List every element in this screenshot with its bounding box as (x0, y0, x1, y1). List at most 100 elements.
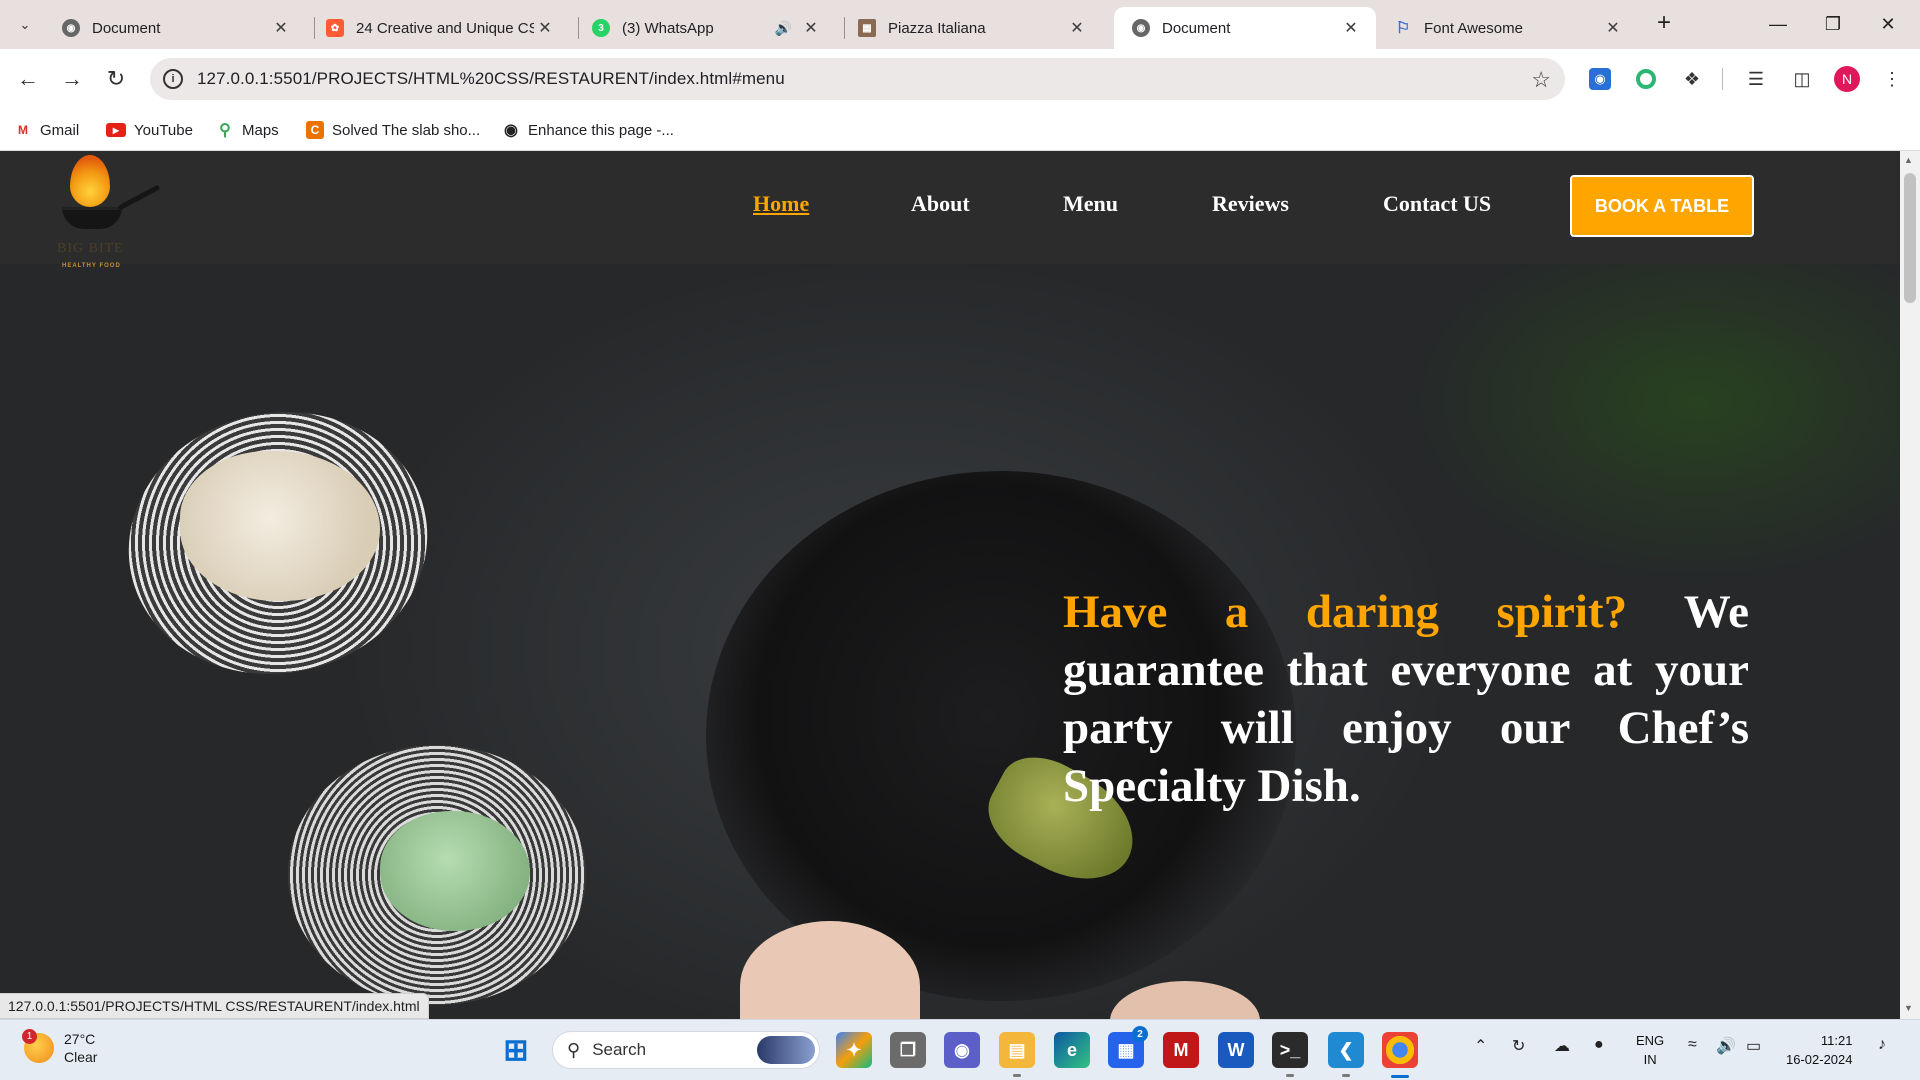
bookmark-star-icon[interactable]: ☆ (1531, 67, 1551, 93)
bookmark-label: Solved The slab sho... (332, 121, 481, 139)
tab-document-active[interactable]: ◉ Document ✕ (1114, 7, 1376, 49)
vscode-icon[interactable]: ❮ (1328, 1032, 1364, 1068)
arrow-left-icon: ← (17, 66, 39, 91)
minimize-button[interactable]: — (1758, 9, 1798, 39)
search-icon: ⚲ (567, 1039, 581, 1060)
tab-search-button[interactable]: ⌄ (10, 10, 40, 40)
file-explorer-icon[interactable]: ▤ (999, 1032, 1035, 1068)
tab-whatsapp[interactable]: 3 (3) WhatsApp 🔊 ✕ (574, 7, 836, 49)
nav-link-about[interactable]: About (911, 191, 970, 217)
bookmark-maps[interactable]: ⚲ Maps (216, 118, 279, 142)
task-view-icon[interactable]: ❐ (890, 1032, 926, 1068)
site-logo[interactable]: BIG BITE HEALTHY FOOD (52, 155, 172, 269)
tab-title: 24 Creative and Unique CS (356, 19, 534, 37)
edge-icon[interactable]: e (1054, 1032, 1090, 1068)
close-icon[interactable]: ✕ (1340, 18, 1362, 38)
notification-bell-icon[interactable]: ♪ (1878, 1036, 1886, 1054)
tab-title: (3) WhatsApp (622, 19, 714, 37)
plus-icon: + (1656, 9, 1671, 36)
close-icon[interactable]: ✕ (534, 18, 556, 38)
address-bar[interactable]: i 127.0.0.1:5501/PROJECTS/HTML%20CSS/RES… (150, 58, 1565, 100)
weather-widget[interactable]: 1 27°C Clear (22, 1029, 98, 1066)
book-table-button[interactable]: BOOK A TABLE (1570, 175, 1754, 237)
close-icon[interactable]: ✕ (1066, 18, 1088, 38)
clock-time: 11:21 (1820, 1033, 1853, 1048)
copilot-icon[interactable]: ✦ (836, 1032, 872, 1068)
weather-condition: Clear (64, 1049, 98, 1065)
tab-piazza-italiana[interactable]: ▦ Piazza Italiana ✕ (840, 7, 1102, 49)
bookmark-youtube[interactable]: ▶ YouTube (106, 118, 193, 142)
reload-icon: ↻ (106, 66, 126, 91)
running-indicator (1013, 1074, 1021, 1077)
chegg-icon: C (306, 121, 324, 139)
hero-section: Have a daring spirit? We guarantee that … (0, 151, 1900, 1019)
wifi-icon[interactable]: ≈ (1688, 1036, 1697, 1054)
toolbar-separator (1722, 68, 1723, 90)
clock[interactable]: 11:21 16-02-2024 (1786, 1031, 1853, 1069)
mcafee-icon[interactable]: M (1163, 1032, 1199, 1068)
weather-temp: 27°C (64, 1031, 96, 1047)
tab-title: Document (92, 19, 161, 37)
nav-link-home[interactable]: Home (753, 191, 809, 217)
speaker-icon[interactable]: 🔊 (775, 20, 792, 37)
bookmark-label: Gmail (40, 121, 80, 139)
close-window-button[interactable]: ✕ (1868, 9, 1908, 39)
extension-icon-2[interactable] (1632, 65, 1660, 93)
teams-chat-icon[interactable]: ◉ (944, 1032, 980, 1068)
store-icon[interactable]: ▦ 2 (1108, 1026, 1148, 1068)
extension-icon-1[interactable]: ◉ (1586, 65, 1614, 93)
scroll-up-icon[interactable]: ▲ (1904, 155, 1913, 165)
nav-link-reviews[interactable]: Reviews (1212, 191, 1289, 217)
tab-document-1[interactable]: ◉ Document ✕ (44, 7, 306, 49)
more-menu-icon[interactable]: ⋮ (1878, 65, 1906, 93)
chrome-icon[interactable] (1382, 1032, 1418, 1068)
bookmark-chegg[interactable]: C Solved The slab sho... (306, 118, 480, 142)
notification-badge: 1 (22, 1029, 37, 1044)
start-windows-icon[interactable]: ⊞ (498, 1032, 534, 1068)
close-icon[interactable]: ✕ (1602, 18, 1624, 38)
url-text[interactable]: 127.0.0.1:5501/PROJECTS/HTML%20CSS/RESTA… (197, 69, 785, 89)
scrollbar-thumb[interactable] (1904, 173, 1916, 303)
wok-icon (62, 207, 122, 229)
profile-avatar[interactable]: N (1834, 66, 1860, 92)
clock-date: 16-02-2024 (1786, 1052, 1853, 1067)
close-icon[interactable]: ✕ (270, 18, 292, 38)
side-panel-icon[interactable]: ◫ (1788, 65, 1816, 93)
language-code: ENG (1636, 1033, 1665, 1048)
chevron-down-icon: ⌄ (19, 17, 31, 32)
nav-link-menu[interactable]: Menu (1063, 191, 1118, 217)
language-indicator[interactable]: ENG IN (1636, 1031, 1664, 1069)
taskbar-search[interactable]: ⚲ Search (552, 1031, 820, 1069)
globe-icon: ◉ (62, 19, 80, 37)
site-info-icon[interactable]: i (163, 69, 183, 89)
onedrive-icon[interactable]: ☁ (1554, 1036, 1570, 1056)
tab-title: Piazza Italiana (888, 19, 986, 37)
extensions-puzzle-icon[interactable]: ❖ (1678, 65, 1706, 93)
media-controls-icon[interactable]: ☰ (1742, 65, 1770, 93)
building-icon: ▦ (858, 19, 876, 37)
new-tab-button[interactable]: + (1650, 9, 1678, 37)
bookmark-enhance[interactable]: ◉ Enhance this page -... (502, 118, 674, 142)
reload-button[interactable]: ↻ (100, 63, 132, 95)
maps-pin-icon: ⚲ (219, 122, 231, 139)
site-navbar: BIG BITE HEALTHY FOOD Home About Menu Re… (0, 151, 1900, 269)
tab-css-article[interactable]: ✿ 24 Creative and Unique CS ✕ (308, 7, 570, 49)
forward-button[interactable]: → (56, 63, 88, 95)
terminal-icon[interactable]: >_ (1272, 1032, 1308, 1068)
sync-icon[interactable]: ↻ (1512, 1036, 1525, 1056)
bookmark-gmail[interactable]: M Gmail (14, 118, 79, 142)
page-scrollbar[interactable]: ▲ ▼ (1900, 151, 1920, 1019)
battery-icon[interactable]: ▭ (1746, 1036, 1761, 1056)
restore-button[interactable]: ❐ (1813, 9, 1853, 39)
tab-font-awesome[interactable]: ⚐ Font Awesome ✕ (1376, 7, 1638, 49)
nav-link-contact[interactable]: Contact US (1383, 191, 1491, 217)
chevron-up-icon[interactable]: ⌃ (1474, 1036, 1487, 1056)
scroll-down-icon[interactable]: ▼ (1904, 1003, 1913, 1013)
volume-icon[interactable]: 🔊 (1716, 1036, 1736, 1056)
page-viewport: Have a daring spirit? We guarantee that … (0, 151, 1900, 1019)
back-button[interactable]: ← (12, 63, 44, 95)
word-icon[interactable]: W (1218, 1032, 1254, 1068)
tab-title: Document (1162, 19, 1231, 37)
close-icon[interactable]: ✕ (800, 18, 822, 38)
microphone-icon[interactable]: ● (1594, 1036, 1604, 1054)
